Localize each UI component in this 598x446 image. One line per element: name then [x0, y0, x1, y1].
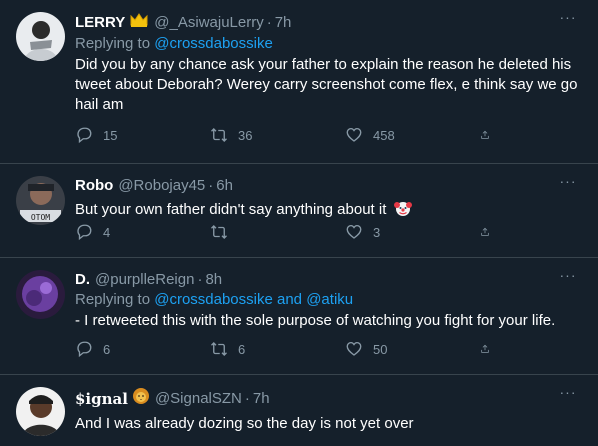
timestamp[interactable]: 8h — [205, 270, 222, 290]
tweet[interactable]: LERRY @_AsiwajuLerry · 7h Replying to @c… — [0, 0, 598, 164]
retweet-icon — [211, 128, 227, 142]
reply-icon — [77, 127, 92, 144]
share-button[interactable] — [480, 126, 500, 144]
separator-dot: · — [266, 14, 272, 31]
reply-count: 15 — [103, 127, 118, 143]
separator-dot: · — [197, 271, 203, 288]
tweet[interactable]: OTOM Robo @Robojay45 · 6h But your own f… — [0, 164, 598, 258]
retweet-count: 6 — [238, 341, 246, 357]
retweet-icon — [211, 225, 227, 239]
handle[interactable]: @_AsiwajuLerry — [154, 13, 263, 33]
like-count: 3 — [373, 224, 381, 240]
heart-icon — [346, 127, 362, 142]
tweet-text: And I was already dozing so the day is n… — [75, 415, 414, 432]
more-options-icon[interactable]: ··· — [556, 10, 580, 30]
reply-icon — [77, 224, 92, 241]
more-options-icon[interactable]: ··· — [556, 268, 580, 288]
heart-icon — [346, 224, 362, 239]
action-bar: 6 6 50 — [75, 340, 582, 358]
clown-face-icon — [393, 199, 412, 223]
reply-button[interactable]: 6 — [75, 340, 210, 358]
mention-link[interactable]: @crossdabossike — [154, 35, 273, 52]
tweet[interactable]: D. @purplleReign · 8h Replying to @cross… — [0, 258, 598, 375]
action-bar: 4 3 — [75, 223, 582, 241]
mention-link[interactable]: @atiku — [306, 291, 353, 308]
handle[interactable]: @purplleReign — [95, 270, 194, 290]
action-bar: 15 36 458 — [75, 126, 582, 144]
timestamp[interactable]: 7h — [253, 389, 270, 409]
heart-icon — [346, 341, 362, 356]
replying-to-label: Replying to — [75, 35, 151, 52]
share-icon — [481, 344, 489, 353]
display-name[interactable]: D. — [75, 270, 90, 290]
like-count: 50 — [373, 341, 388, 357]
avatar[interactable] — [16, 12, 65, 61]
tweet[interactable]: $ignal @SignalSZN · 7h And I was already… — [0, 375, 598, 446]
display-name[interactable]: $ignal — [75, 389, 128, 409]
avatar[interactable] — [16, 270, 65, 319]
like-button[interactable]: 458 — [345, 126, 480, 144]
tweet-text-row: But your own father didn't say anything … — [75, 199, 582, 223]
reply-button[interactable]: 4 — [75, 223, 210, 241]
avatar[interactable]: OTOM — [16, 176, 65, 225]
more-options-icon[interactable]: ··· — [556, 385, 580, 405]
avatar-logo-text: OTOM — [31, 213, 50, 222]
tweet-text: Did you by any chance ask your father to… — [75, 56, 578, 113]
avatar[interactable] — [16, 387, 65, 436]
display-name[interactable]: Robo — [75, 176, 113, 196]
handle[interactable]: @Robojay45 — [118, 176, 205, 196]
separator-dot: · — [244, 390, 250, 407]
reply-icon — [77, 341, 92, 358]
retweet-count: 36 — [238, 127, 253, 143]
mention-link[interactable]: @crossdabossike — [154, 291, 273, 308]
share-icon — [481, 130, 489, 139]
timestamp[interactable]: 6h — [216, 176, 233, 196]
display-name[interactable]: LERRY — [75, 13, 125, 33]
like-count: 458 — [373, 127, 395, 143]
retweet-button[interactable]: 6 — [210, 340, 345, 358]
reply-count: 6 — [103, 341, 111, 357]
replying-to: Replying to @crossdabossike and @atiku — [75, 290, 582, 310]
retweet-button[interactable]: 36 — [210, 126, 345, 144]
reply-timeline: LERRY @_AsiwajuLerry · 7h Replying to @c… — [0, 0, 598, 446]
share-button[interactable] — [480, 223, 500, 241]
share-icon — [481, 227, 489, 236]
handle[interactable]: @SignalSZN — [155, 389, 242, 409]
lion-face-icon — [132, 387, 150, 411]
retweet-icon — [211, 342, 227, 356]
reply-button[interactable]: 15 — [75, 126, 210, 144]
share-button[interactable] — [480, 340, 500, 358]
like-button[interactable]: 3 — [345, 223, 480, 241]
replying-to: Replying to @crossdabossike — [75, 34, 582, 54]
timestamp[interactable]: 7h — [275, 13, 292, 33]
more-options-icon[interactable]: ··· — [556, 174, 580, 194]
crown-icon — [129, 12, 149, 34]
reply-count: 4 — [103, 224, 111, 240]
replying-to-label: Replying to — [75, 291, 151, 308]
retweet-button[interactable] — [210, 223, 345, 241]
tweet-text: - I retweeted this with the sole purpose… — [75, 312, 556, 329]
tweet-text: But your own father didn't say anything … — [75, 201, 387, 218]
like-button[interactable]: 50 — [345, 340, 480, 358]
separator-dot: · — [208, 177, 214, 194]
mention-joiner: and — [277, 291, 303, 308]
